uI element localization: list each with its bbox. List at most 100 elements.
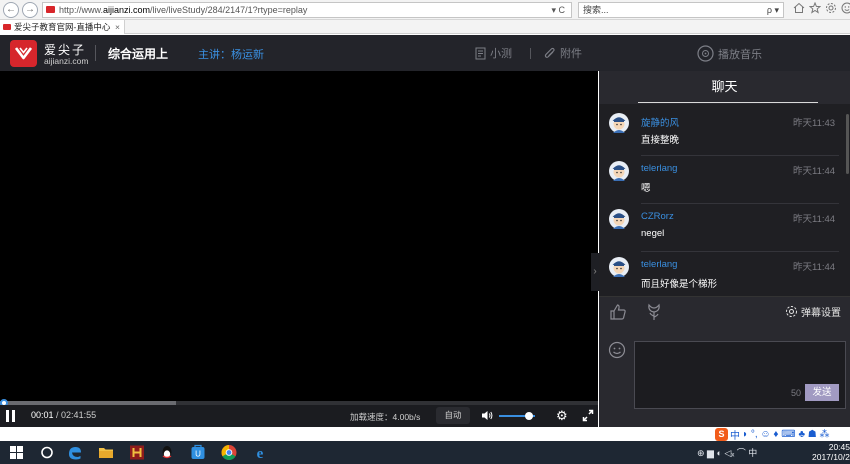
forward-icon[interactable]: → bbox=[22, 2, 38, 18]
video-canvas[interactable] bbox=[0, 71, 598, 401]
char-count: 50 bbox=[791, 388, 802, 398]
edge-browser-icon[interactable] bbox=[66, 444, 84, 461]
cortana-search-icon[interactable] bbox=[38, 444, 56, 461]
chat-timestamp: 昨天11:44 bbox=[793, 166, 836, 177]
chat-tab-title[interactable]: 聊天 bbox=[599, 71, 850, 103]
quiz-label: 小测 bbox=[490, 48, 512, 60]
avatar[interactable] bbox=[609, 113, 629, 133]
site-favicon-icon bbox=[46, 6, 55, 13]
header-divider bbox=[95, 45, 96, 61]
quiz-icon bbox=[475, 47, 486, 59]
volume-icon[interactable] bbox=[481, 409, 493, 422]
header-link-divider bbox=[530, 48, 531, 59]
home-icon[interactable] bbox=[793, 2, 805, 14]
emoji-icon[interactable] bbox=[608, 341, 626, 359]
refresh-icon[interactable]: ▾ C bbox=[551, 3, 565, 17]
play-music-label: 播放音乐 bbox=[718, 48, 762, 61]
pause-icon[interactable] bbox=[6, 410, 16, 422]
ime-mode[interactable]: 中 bbox=[730, 427, 740, 442]
ie-icon[interactable]: e bbox=[251, 444, 269, 461]
chat-text: 而且好像是个梯形 bbox=[641, 279, 718, 290]
send-button[interactable]: 发送 bbox=[805, 384, 839, 401]
danmu-settings-button[interactable]: 弹幕设置 bbox=[785, 304, 841, 319]
avatar[interactable] bbox=[609, 209, 629, 229]
qq-icon[interactable] bbox=[158, 444, 176, 461]
windows-start-icon[interactable] bbox=[8, 444, 26, 461]
tab-title: 爱尖子教育官网-直播中心 bbox=[14, 22, 111, 32]
collapse-chat-toggle[interactable]: › bbox=[591, 253, 599, 291]
loading-speed: 加载速度：4.00b/s bbox=[350, 412, 421, 422]
store-icon[interactable]: U bbox=[189, 444, 207, 461]
player-control-bar: 00:01 / 02:41:55 加载速度：4.00b/s 自动 ⚙ bbox=[0, 405, 598, 427]
paperclip-icon bbox=[544, 47, 555, 58]
chat-username[interactable]: CZRorz bbox=[641, 211, 674, 222]
search-placeholder: 搜索... bbox=[583, 5, 609, 15]
clock-date: 2017/10/23 bbox=[812, 452, 850, 462]
chat-message: 旋静的风 昨天11:43 直接整晚 bbox=[599, 108, 850, 156]
chat-message-list[interactable]: 旋静的风 昨天11:43 直接整晚 telerlang 昨天11:44 嗯 CZ… bbox=[599, 104, 850, 296]
volume-handle[interactable] bbox=[525, 412, 533, 420]
quiz-link[interactable]: 小测 bbox=[475, 45, 512, 61]
avatar[interactable] bbox=[609, 257, 629, 277]
svg-text:e: e bbox=[257, 446, 264, 461]
search-icon[interactable]: ρ ▾ bbox=[767, 3, 779, 17]
smiley-icon[interactable] bbox=[841, 2, 850, 14]
chat-message: telerlang 昨天11:44 嗯 bbox=[599, 156, 850, 204]
ime-toolbar[interactable]: S 中 ◗ °, ☺ ♦ ⌨ ♣ ☗ ⁂ bbox=[713, 427, 850, 442]
chat-username[interactable]: telerlang bbox=[641, 259, 677, 270]
browser-tab-row: 爱尖子教育官网-直播中心 × bbox=[0, 20, 850, 34]
chat-timestamp: 昨天11:44 bbox=[793, 214, 836, 225]
url-host: aijianzi.com bbox=[103, 5, 151, 15]
chat-panel: 聊天 旋静的风 昨天11:43 直接整晚 telerlang 昨天11:44 嗯… bbox=[599, 71, 850, 427]
chat-username[interactable]: telerlang bbox=[641, 163, 677, 174]
svg-text:U: U bbox=[195, 450, 201, 459]
time-separator: / bbox=[53, 410, 62, 420]
chrome-icon[interactable] bbox=[220, 444, 238, 461]
back-icon[interactable]: ← bbox=[3, 2, 19, 18]
chat-timestamp: 昨天11:43 bbox=[793, 118, 836, 129]
chat-message: CZRorz 昨天11:44 negel bbox=[599, 204, 850, 252]
chat-text: negel bbox=[641, 228, 665, 239]
star-icon[interactable] bbox=[809, 2, 821, 14]
total-time: 02:41:55 bbox=[61, 410, 97, 420]
brand-domain: aijianzi.com bbox=[44, 56, 89, 66]
current-time: 00:01 bbox=[31, 410, 54, 420]
play-music-link[interactable]: 播放音乐 bbox=[697, 45, 762, 62]
quality-selector[interactable]: 自动 bbox=[436, 407, 470, 424]
chat-compose: 50 发送 bbox=[599, 329, 850, 427]
tab-favicon-icon bbox=[3, 24, 11, 30]
player-settings-icon[interactable]: ⚙ bbox=[556, 408, 568, 424]
chat-message: telerlang 昨天11:44 而且好像是个梯形 bbox=[599, 252, 850, 296]
browser-search-input[interactable]: 搜索... ρ ▾ bbox=[578, 2, 784, 18]
address-bar[interactable]: http://www.aijianzi.com/live/liveStudy/2… bbox=[42, 2, 572, 18]
chat-tab-underline bbox=[638, 102, 818, 103]
lecturer-label: 主讲：杨运新 bbox=[198, 49, 264, 61]
flower-icon[interactable] bbox=[645, 302, 663, 321]
browser-tab[interactable]: 爱尖子教育官网-直播中心 × bbox=[0, 20, 125, 34]
chat-action-row: 弹幕设置 bbox=[599, 296, 850, 328]
system-tray[interactable]: ⊕ ▆ ◐ ◁ₓ ⌒ 中 bbox=[697, 446, 757, 459]
browser-toolbar bbox=[793, 2, 850, 14]
thumbs-up-icon[interactable] bbox=[609, 303, 627, 321]
site-header: 爱尖子 aijianzi.com 综合运用上 主讲：杨运新 小测 附件 播放音乐 bbox=[0, 35, 850, 71]
app-h-icon[interactable] bbox=[128, 444, 146, 461]
file-explorer-icon[interactable] bbox=[97, 444, 115, 461]
attachment-label: 附件 bbox=[560, 48, 582, 60]
fullscreen-icon[interactable] bbox=[582, 409, 594, 422]
chat-username[interactable]: 旋静的风 bbox=[641, 115, 679, 129]
brand-logo-icon[interactable] bbox=[10, 40, 37, 67]
browser-address-row: ← → http://www.aijianzi.com/live/liveStu… bbox=[0, 0, 850, 20]
windows-taskbar: U e ⊕ ▆ ◐ ◁ₓ ⌒ 中 20:45 2017/10/23 bbox=[0, 441, 850, 464]
url-prefix: http://www. bbox=[59, 5, 104, 15]
ime-tool-icons[interactable]: ◗ °, ☺ ♦ ⌨ ♣ ☗ ⁂ bbox=[742, 429, 830, 440]
url-path: /live/liveStudy/284/2147/1?rtype=replay bbox=[150, 5, 308, 15]
sogou-logo-icon[interactable]: S bbox=[715, 427, 728, 441]
avatar[interactable] bbox=[609, 161, 629, 181]
chat-text: 直接整晚 bbox=[641, 135, 680, 146]
chat-text: 嗯 bbox=[641, 183, 651, 194]
system-clock[interactable]: 20:45 2017/10/23 bbox=[812, 442, 850, 462]
gear-icon[interactable] bbox=[825, 2, 837, 14]
attachment-link[interactable]: 附件 bbox=[544, 45, 582, 61]
course-title: 综合运用上 bbox=[108, 47, 169, 61]
tab-close-icon[interactable]: × bbox=[115, 20, 120, 34]
